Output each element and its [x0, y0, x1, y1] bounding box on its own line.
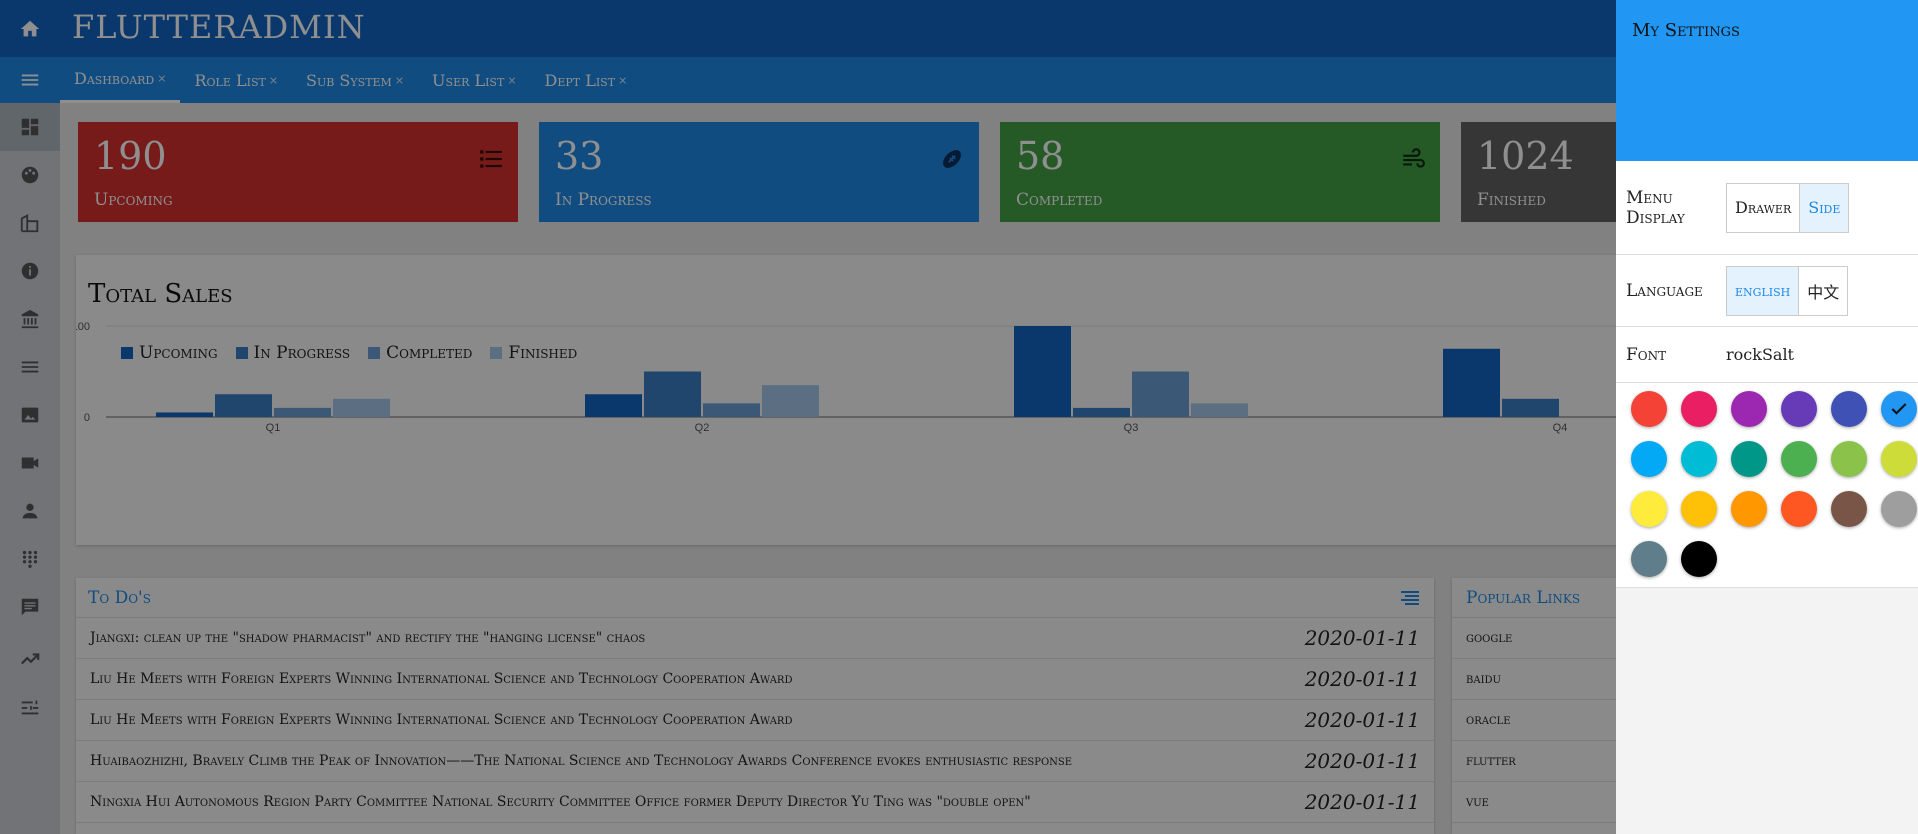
check-icon [1891, 403, 1907, 415]
theme-color-picker [1616, 383, 1918, 588]
drawer-scrim[interactable] [0, 0, 1616, 834]
color-swatch[interactable] [1731, 491, 1767, 527]
option-drawer[interactable]: Drawer [1727, 184, 1799, 232]
setting-label: Font [1626, 344, 1667, 365]
setting-font[interactable]: Font rockSalt [1616, 327, 1918, 383]
color-swatch[interactable] [1831, 391, 1867, 427]
color-swatch[interactable] [1781, 391, 1817, 427]
color-swatch[interactable] [1681, 491, 1717, 527]
setting-language: Language english 中文 [1616, 255, 1918, 327]
color-swatch[interactable] [1631, 541, 1667, 577]
font-value: rockSalt [1726, 345, 1794, 364]
setting-label: Language [1626, 280, 1703, 301]
color-swatch[interactable] [1731, 441, 1767, 477]
setting-label: Menu Display [1626, 187, 1685, 228]
color-swatch[interactable] [1831, 441, 1867, 477]
menu-display-toggle: Drawer Side [1726, 182, 1850, 233]
color-swatch[interactable] [1731, 391, 1767, 427]
color-swatch[interactable] [1681, 541, 1717, 577]
language-toggle: english 中文 [1726, 265, 1849, 316]
setting-menu-display: Menu Display Drawer Side [1616, 161, 1918, 255]
option-chinese[interactable]: 中文 [1798, 266, 1847, 315]
color-swatch[interactable] [1681, 391, 1717, 427]
color-swatch[interactable] [1631, 441, 1667, 477]
color-swatch[interactable] [1781, 491, 1817, 527]
color-swatch[interactable] [1631, 391, 1667, 427]
color-swatch[interactable] [1631, 491, 1667, 527]
color-swatch[interactable] [1881, 441, 1917, 477]
settings-header: My Settings [1616, 0, 1918, 161]
color-swatch[interactable] [1881, 491, 1917, 527]
color-swatch[interactable] [1681, 441, 1717, 477]
settings-drawer: My Settings Menu Display Drawer Side Lan… [1616, 0, 1918, 834]
option-english[interactable]: english [1727, 266, 1799, 315]
color-swatch[interactable] [1781, 441, 1817, 477]
color-swatch[interactable] [1881, 391, 1917, 427]
settings-title: My Settings [1632, 20, 1740, 41]
option-side[interactable]: Side [1799, 183, 1849, 232]
color-swatch[interactable] [1831, 491, 1867, 527]
